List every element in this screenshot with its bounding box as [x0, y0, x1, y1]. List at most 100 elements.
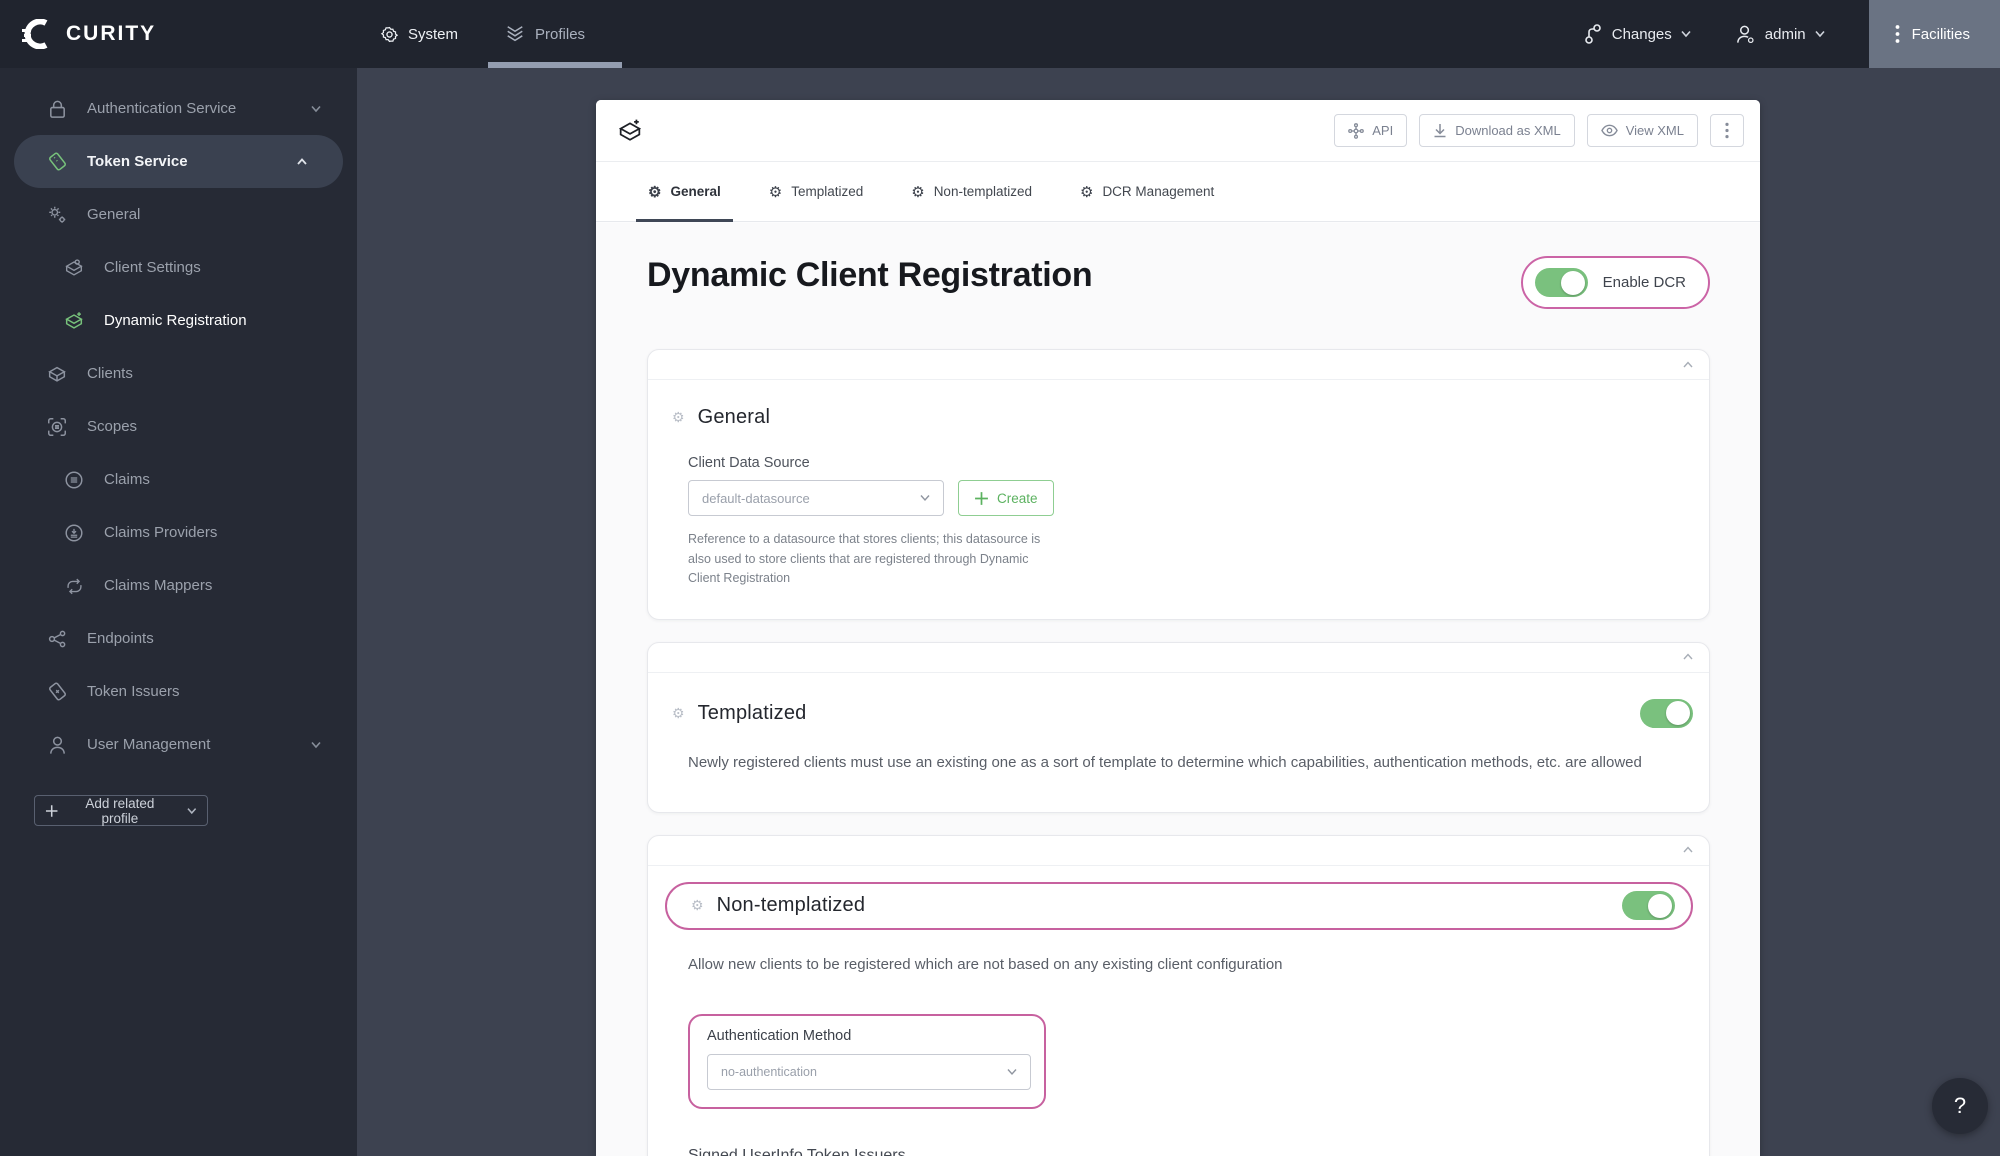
nav-item-system[interactable]: System — [380, 25, 458, 44]
toggle-knob — [1648, 893, 1672, 918]
enable-dcr-label: Enable DCR — [1602, 274, 1686, 291]
general-card-collapse[interactable] — [648, 350, 1709, 380]
chevron-up-icon — [1683, 360, 1693, 367]
client-data-source-label: Client Data Source — [688, 455, 810, 471]
chevron-up-icon — [1683, 653, 1693, 660]
download-as-xml-button[interactable]: Download as XML — [1419, 114, 1575, 147]
add-profile-label: Add related profile — [85, 795, 155, 826]
ticket-plus-icon — [44, 680, 70, 703]
templatized-toggle[interactable] — [1640, 698, 1693, 728]
kebab-dots-icon — [1725, 122, 1729, 139]
non-templatized-card-collapse[interactable] — [648, 836, 1709, 866]
tab-label: Non-templatized — [933, 184, 1032, 199]
topbar-right: Changes admin Facilities — [1583, 0, 2000, 68]
changes-branch-icon — [1584, 24, 1601, 44]
changes-label: Changes — [1611, 25, 1672, 43]
chevron-down-icon — [1815, 30, 1825, 38]
create-datasource-button[interactable]: Create — [958, 480, 1054, 516]
facilities-button[interactable]: Facilities — [1868, 0, 2000, 68]
chevron-down-icon — [1681, 30, 1691, 38]
gear-icon: ⚙ — [1079, 183, 1094, 201]
sidebar-item-label: Claims Providers — [104, 524, 218, 541]
add-related-profile-button[interactable]: Add related profile — [34, 795, 208, 826]
card-heading-text: General — [697, 406, 771, 428]
authentication-method-select[interactable]: no-authentication — [707, 1053, 1031, 1090]
gear-icon: ⚙ — [672, 409, 685, 425]
view-xml-button[interactable]: View XML — [1586, 114, 1698, 147]
panel-body: Dynamic Client Registration Enable DCR ⚙… — [596, 223, 1760, 1156]
sidebar-item-clients[interactable]: Clients — [0, 347, 357, 400]
nav-profiles-label: Profiles — [535, 25, 586, 43]
sidebar-item-scopes[interactable]: Scopes — [0, 400, 357, 453]
gears-icon — [44, 204, 70, 226]
claims-list-icon — [61, 469, 87, 491]
endpoints-share-icon — [44, 628, 70, 650]
chevron-down-icon — [187, 807, 197, 814]
user-icon — [44, 734, 70, 756]
sidebar-item-label: Authentication Service — [87, 100, 237, 117]
curity-logo[interactable]: CURITY — [0, 19, 340, 49]
toggle-knob — [1560, 270, 1585, 295]
gear-icon: ⚙ — [648, 183, 662, 201]
sidebar-item-token-service[interactable]: Token Service — [14, 135, 343, 188]
sidebar-item-claims[interactable]: Claims — [0, 453, 357, 506]
gear-icon: ⚙ — [672, 704, 685, 721]
profile-panel: API Download as XML View XML ⚙ General ⚙… — [596, 100, 1760, 1156]
sidebar-item-user-management[interactable]: User Management — [0, 718, 357, 771]
sidebar-item-endpoints[interactable]: Endpoints — [0, 612, 357, 665]
nav-system-label: System — [408, 25, 459, 43]
tab-label: DCR Management — [1102, 184, 1215, 199]
more-options-button[interactable] — [1710, 114, 1744, 147]
sidebar-item-claims-mappers[interactable]: Claims Mappers — [0, 559, 357, 612]
card-heading-text: Non-templatized — [716, 894, 866, 916]
client-data-source-select[interactable]: default-datasource — [688, 480, 944, 516]
active-nav-indicator — [488, 62, 622, 68]
api-button-label: API — [1372, 123, 1394, 138]
sidebar-item-claims-providers[interactable]: Claims Providers — [0, 506, 357, 559]
api-nodes-icon — [1348, 122, 1365, 139]
profiles-layers-icon — [507, 26, 523, 42]
tab-non-templatized[interactable]: ⚙ Non-templatized — [899, 162, 1044, 222]
nav-item-profiles[interactable]: Profiles — [504, 24, 585, 44]
non-templatized-card: ⚙ Non-templatized Allow new clients to b… — [647, 834, 1710, 1156]
card-heading-text: Templatized — [697, 701, 807, 724]
tab-general[interactable]: ⚙ General — [636, 162, 733, 222]
sidebar-item-client-settings[interactable]: Client Settings — [0, 241, 357, 294]
download-arrow-icon — [1434, 124, 1446, 138]
dcr-box-plus-icon — [616, 117, 644, 145]
sidebar-item-dynamic-registration[interactable]: Dynamic Registration — [0, 294, 357, 347]
chevron-up-icon — [1683, 846, 1693, 853]
sidebar-item-authentication-service[interactable]: Authentication Service — [0, 82, 357, 135]
claims-mapper-icon — [61, 575, 87, 597]
sidebar: Authentication Service Token Service Gen… — [0, 68, 357, 1156]
changes-menu[interactable]: Changes — [1583, 23, 1691, 45]
dcr-tabs: ⚙ General ⚙ Templatized ⚙ Non-templatize… — [596, 162, 1760, 222]
eye-icon — [1600, 124, 1618, 137]
box-gear-icon — [61, 257, 87, 279]
sidebar-item-label: Clients — [87, 365, 133, 382]
view-xml-button-label: View XML — [1625, 123, 1684, 138]
chevron-down-icon — [311, 741, 321, 748]
help-button[interactable]: ? — [1932, 1078, 1988, 1134]
enable-dcr-toggle[interactable] — [1534, 268, 1588, 297]
templatized-card-collapse[interactable] — [648, 643, 1709, 673]
download-button-label: Download as XML — [1455, 123, 1561, 138]
gear-icon: ⚙ — [691, 897, 704, 913]
templatized-card: ⚙ Templatized Newly registered clients m… — [647, 641, 1710, 813]
sidebar-item-general[interactable]: General — [0, 188, 357, 241]
sidebar-item-token-issuers[interactable]: Token Issuers — [0, 665, 357, 718]
lock-icon — [44, 98, 70, 120]
tab-templatized[interactable]: ⚙ Templatized — [757, 162, 876, 222]
tab-dcr-management[interactable]: ⚙ DCR Management — [1068, 162, 1226, 222]
authentication-method-label: Authentication Method — [707, 1027, 852, 1044]
sidebar-item-label: Dynamic Registration — [104, 312, 247, 329]
non-templatized-toggle[interactable] — [1622, 891, 1675, 920]
user-menu[interactable]: admin — [1735, 23, 1825, 45]
tab-label: General — [670, 184, 721, 199]
api-button[interactable]: API — [1334, 114, 1408, 147]
sidebar-item-label: General — [87, 206, 141, 223]
sidebar-item-label: Client Settings — [104, 259, 201, 276]
plus-icon — [975, 491, 988, 505]
panel-header: API Download as XML View XML — [596, 100, 1760, 162]
enable-dcr-control: Enable DCR — [1520, 256, 1710, 309]
